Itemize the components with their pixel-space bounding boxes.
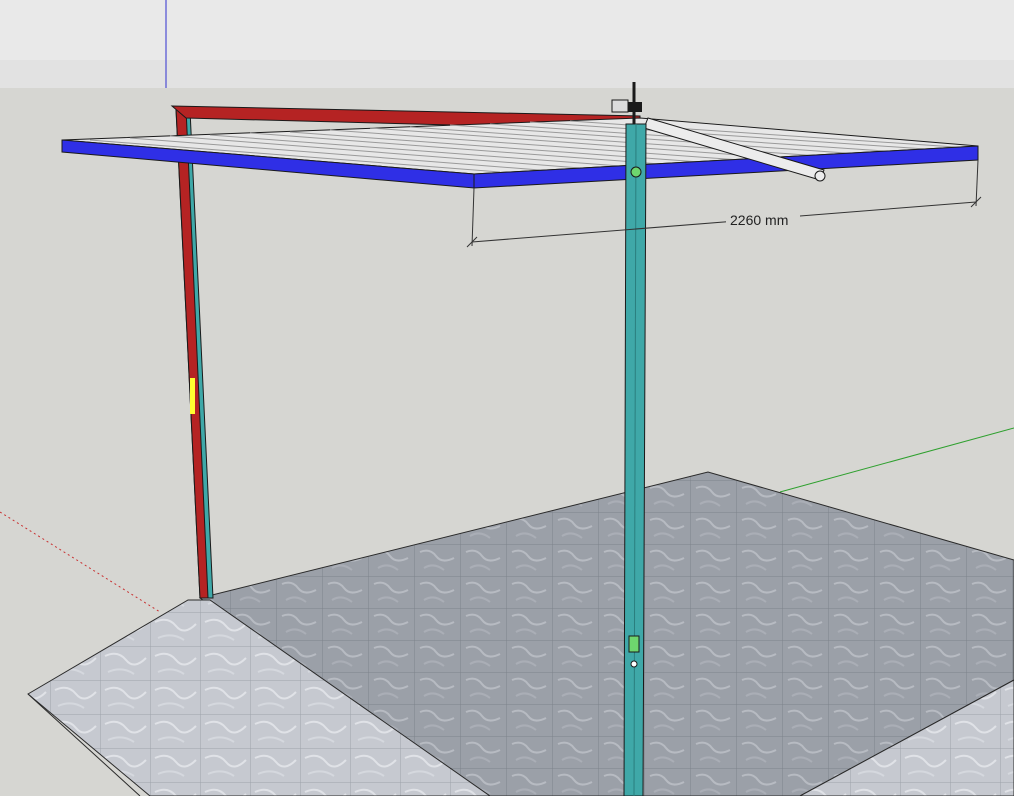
front-post-fitting-low xyxy=(628,635,640,653)
pergola-3d-scene[interactable]: 2260 mm xyxy=(0,0,1014,796)
post-bracket-icon xyxy=(814,170,826,182)
dimension-label[interactable]: 2260 mm xyxy=(730,212,788,228)
front-post-bolt xyxy=(630,660,638,668)
sky-gradient-band xyxy=(0,60,1014,88)
front-post-fitting-top xyxy=(630,166,642,178)
post-marker xyxy=(190,378,195,414)
model-viewport[interactable]: 2260 mm xyxy=(0,0,1014,796)
